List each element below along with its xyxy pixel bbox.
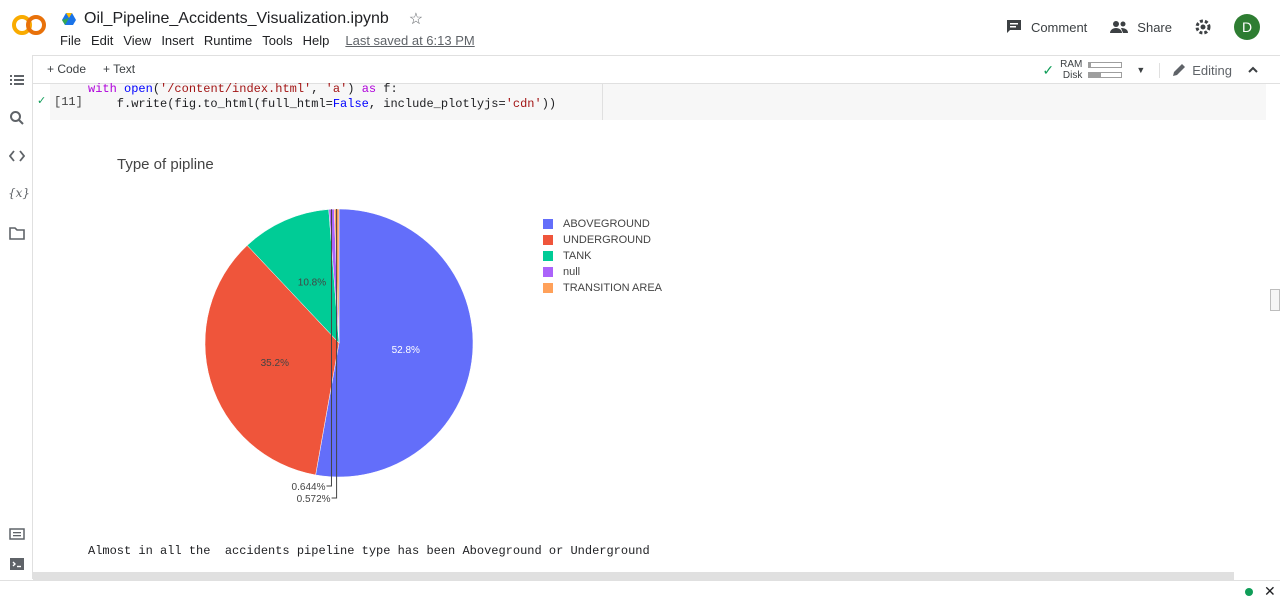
legend-swatch (543, 235, 553, 245)
legend-swatch (543, 251, 553, 261)
disk-bar (1088, 72, 1123, 78)
legend-label: null (563, 266, 581, 278)
gear-icon[interactable] (1194, 18, 1212, 36)
legend-item[interactable]: UNDERGROUND (543, 232, 662, 248)
status-dot-icon (1245, 588, 1253, 596)
legend-item[interactable]: null (543, 264, 662, 280)
pie-label-null: 0.644% (292, 482, 326, 493)
legend-label: TRANSITION AREA (563, 282, 663, 294)
disk-bar-fill (1089, 73, 1101, 77)
pie-label-underground: 35.2% (261, 358, 289, 369)
legend-swatch (543, 267, 553, 277)
command-palette-icon[interactable] (9, 526, 25, 542)
avatar[interactable]: D (1234, 14, 1260, 40)
legend-item[interactable]: TANK (543, 248, 662, 264)
legend-swatch (543, 219, 553, 229)
share-label: Share (1137, 19, 1172, 35)
editing-label: Editing (1192, 62, 1232, 78)
people-icon (1110, 21, 1129, 33)
legend-label: TANK (563, 250, 592, 262)
pie-label-tank: 10.8% (298, 278, 326, 289)
legend-item[interactable]: ABOVEGROUND (543, 216, 662, 232)
legend-label: ABOVEGROUND (563, 218, 650, 230)
legend-label: UNDERGROUND (563, 234, 651, 246)
legend-swatch (543, 283, 553, 293)
disk-label: Disk (1062, 70, 1083, 81)
resources-indicator[interactable]: ✓ RAM Disk ▼ (1042, 59, 1145, 81)
connected-check-icon: ✓ (1042, 61, 1055, 78)
ram-label: RAM (1060, 59, 1083, 70)
share-button[interactable]: Share (1109, 19, 1172, 35)
close-icon[interactable]: ✕ (1264, 583, 1276, 600)
status-bar: ✕ (0, 580, 1280, 601)
pie-label-transition-area: 0.572% (297, 494, 331, 505)
ram-bar (1088, 62, 1123, 68)
pencil-icon (1173, 64, 1186, 76)
comment-label: Comment (1030, 19, 1088, 35)
editing-mode-button[interactable]: Editing (1159, 62, 1232, 78)
chevron-up-icon[interactable] (1246, 63, 1260, 77)
pie-label-aboveground: 52.8% (392, 345, 420, 356)
terminal-icon[interactable] (9, 556, 25, 572)
vertical-scrollbar-thumb[interactable] (1270, 289, 1280, 311)
horizontal-scrollbar[interactable] (33, 572, 1234, 580)
comment-button[interactable]: Comment (1005, 18, 1087, 36)
output-text: Almost in all the accidents pipeline typ… (88, 544, 650, 558)
chevron-down-icon[interactable]: ▼ (1136, 65, 1145, 75)
comment-icon (1006, 20, 1021, 33)
legend-item[interactable]: TRANSITION AREA (543, 280, 662, 296)
chart-legend: ABOVEGROUND UNDERGROUND TANK null TRANSITION… (543, 216, 662, 296)
ram-bar-fill (1089, 63, 1091, 67)
